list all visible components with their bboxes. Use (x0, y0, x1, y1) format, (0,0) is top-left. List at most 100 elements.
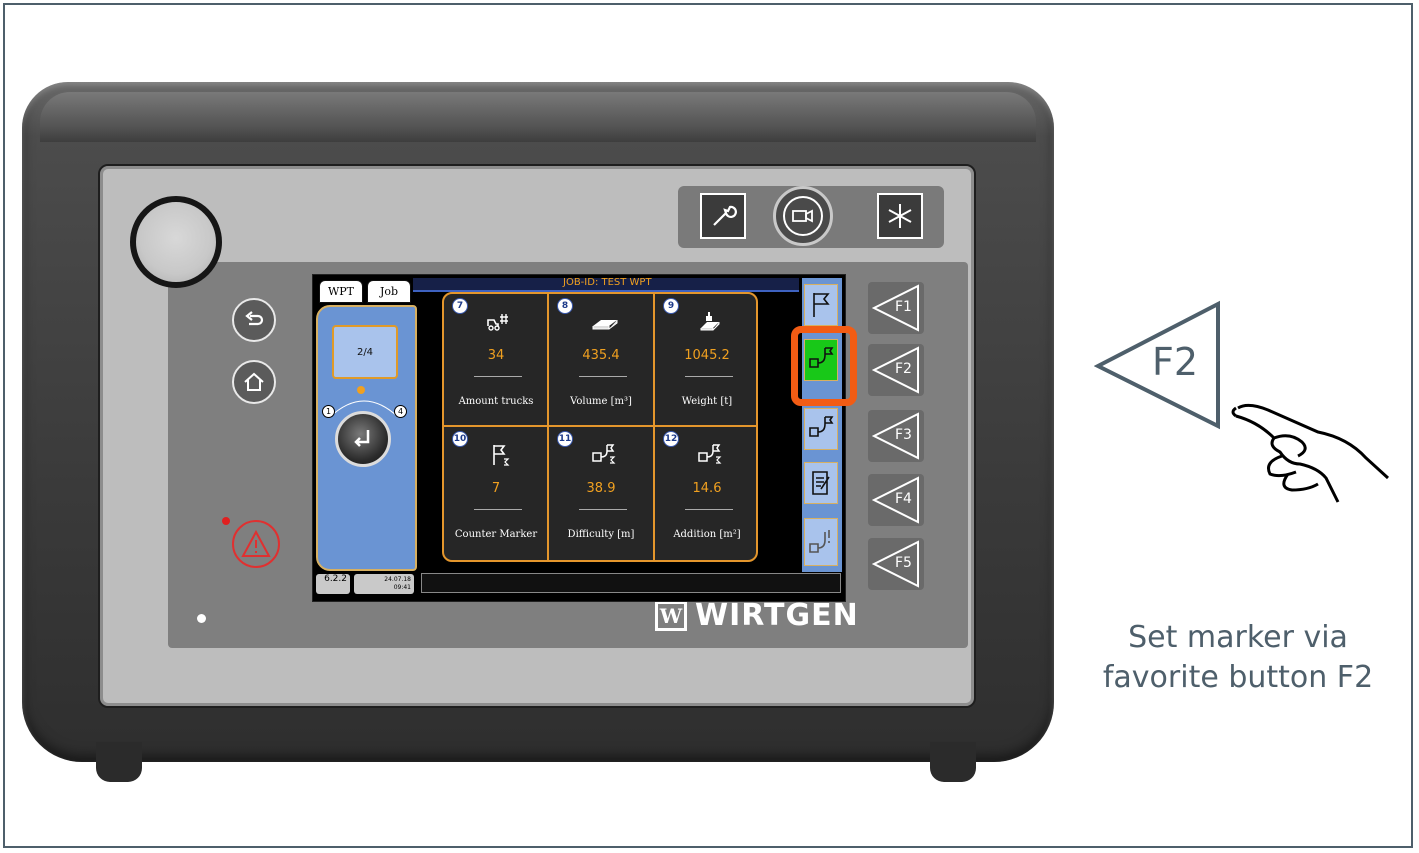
f1-key-label: F1 (895, 299, 912, 315)
caption-line-1: Set marker via (1128, 620, 1348, 655)
lcd-screen: WPT Job JOB-ID: TEST WPT 2/4 1 4 7 34 Am… (312, 274, 846, 602)
dial-min-label: 1 (322, 405, 335, 418)
f3-key[interactable]: F3 (868, 410, 924, 462)
brand-mark: W (655, 600, 687, 631)
tile-number: 9 (663, 298, 679, 314)
software-version: 6.2.2 (316, 574, 350, 594)
flag-icon (813, 293, 830, 317)
tile-rule (579, 509, 627, 510)
job-id-label: JOB-ID: TEST WPT (563, 277, 652, 288)
asterisk-icon (888, 204, 912, 228)
path-flag-sum-icon (698, 444, 722, 464)
brand-name: WIRTGEN (695, 598, 859, 633)
camera-icon (783, 196, 823, 236)
truck-count-icon (487, 314, 508, 331)
message-bar (421, 573, 841, 593)
tile-number: 10 (452, 431, 468, 447)
highlight-frame (791, 326, 857, 406)
tile-number: 7 (452, 298, 468, 314)
tile-value: 435.4 (582, 348, 620, 363)
softkey-column (802, 278, 842, 572)
status-bar: 6.2.2 24.07.18 09:41 (313, 573, 845, 601)
service-button[interactable] (700, 193, 746, 239)
dial-max-label: 4 (394, 405, 407, 418)
tile-rule (474, 509, 522, 510)
flag-sum-icon (493, 445, 510, 466)
version-label: 6.2.2 (324, 574, 347, 584)
f1-key[interactable]: F1 (868, 282, 924, 334)
rotary-knob[interactable] (130, 196, 222, 288)
f3-key-label: F3 (895, 427, 912, 443)
tile-value: 1045.2 (684, 348, 730, 363)
tile-value: 38.9 (586, 481, 616, 496)
f2-key-label: F2 (895, 361, 912, 377)
tile-number: 12 (663, 431, 679, 447)
tile-amount-trucks[interactable]: 7 34 Amount trucks (444, 294, 548, 424)
tile-rule (685, 509, 733, 510)
power-led (197, 614, 206, 623)
back-button[interactable] (232, 298, 276, 342)
f2-key[interactable]: F2 (868, 344, 924, 396)
job-id-bar: JOB-ID: TEST WPT (413, 277, 799, 292)
path-flag-icon (809, 416, 834, 437)
softkey-notes[interactable] (804, 462, 838, 504)
wrench-icon (713, 205, 737, 226)
tile-value: 34 (487, 348, 505, 363)
f5-key-label: F5 (895, 555, 912, 571)
tab-job[interactable]: Job (367, 280, 411, 303)
tile-counter-marker[interactable]: 10 7 Counter Marker (444, 427, 548, 557)
caption: Set marker via favorite button F2 (1088, 618, 1388, 698)
tab-wpt[interactable]: WPT (319, 280, 363, 303)
warning-button[interactable] (232, 520, 280, 568)
home-icon (244, 372, 264, 391)
notepad-icon (812, 471, 830, 495)
weight-icon (700, 312, 720, 331)
caption-line-2: favorite button F2 (1102, 660, 1374, 695)
back-arrow-icon (245, 311, 264, 326)
date-time: 24.07.18 09:41 (354, 574, 414, 594)
tile-label: Counter Marker (454, 529, 538, 540)
device-foot-right (930, 742, 976, 782)
pointing-hand-icon (1231, 403, 1390, 503)
path-flag-sum-icon (592, 444, 616, 464)
tile-rule (579, 376, 627, 377)
rotary-dial[interactable] (335, 411, 391, 467)
tile-value: 14.6 (692, 481, 722, 496)
brand-logo: W WIRTGEN (655, 598, 859, 633)
volume-icon (592, 320, 618, 330)
tile-number: 8 (557, 298, 573, 314)
tile-label: Amount trucks (458, 396, 534, 407)
tile-label: Weight [t] (681, 396, 733, 407)
housing-lip (40, 92, 1036, 142)
path-warning-icon (809, 530, 830, 553)
softkey-flag[interactable] (804, 284, 838, 326)
tile-difficulty[interactable]: 11 38.9 Difficulty [m] (549, 427, 653, 557)
tile-weight[interactable]: 9 1045.2 Weight [t] (655, 294, 759, 424)
tile-addition[interactable]: 12 14.6 Addition [m²] (655, 427, 759, 557)
tile-rule (685, 376, 733, 377)
tile-volume[interactable]: 8 435.4 Volume [m³] (549, 294, 653, 424)
date-label: 24.07.18 (384, 576, 411, 583)
warning-triangle-icon (241, 530, 271, 557)
softkey-warning-path[interactable] (804, 518, 838, 566)
device-foot-left (96, 742, 142, 782)
tile-label: Addition [m²] (673, 529, 741, 540)
callout-key-label: F2 (1152, 340, 1199, 384)
warning-indicator-led (222, 517, 230, 525)
softkey-path-marker[interactable] (804, 408, 838, 450)
navigation-panel: 2/4 1 4 (316, 305, 417, 571)
home-button[interactable] (232, 360, 276, 404)
tile-label: Difficulty [m] (567, 529, 635, 540)
f4-key-label: F4 (895, 491, 912, 507)
f5-key[interactable]: F5 (868, 538, 924, 590)
time-label: 09:41 (393, 584, 411, 591)
camera-button[interactable] (773, 186, 833, 246)
tile-value: 7 (491, 481, 501, 496)
tile-label: Volume [m³] (570, 396, 632, 407)
tile-number: 11 (557, 431, 573, 447)
lighting-button[interactable] (877, 193, 923, 239)
enter-icon (354, 430, 370, 447)
statistics-grid: 7 34 Amount trucks 8 435.4 Volume [m³] 9 (442, 292, 758, 562)
f4-key[interactable]: F4 (868, 474, 924, 526)
page-indicator: 2/4 (332, 325, 398, 379)
